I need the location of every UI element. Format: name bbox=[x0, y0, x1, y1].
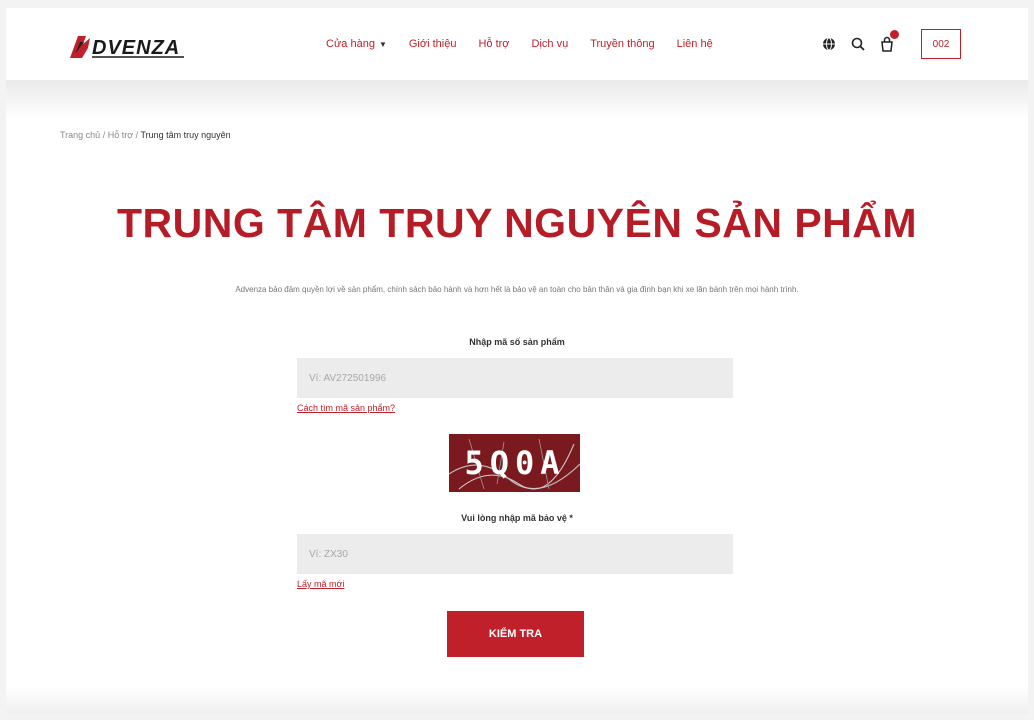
nav-item-support[interactable]: Hỗ trợ bbox=[478, 38, 509, 50]
breadcrumb-support[interactable]: Hỗ trợ bbox=[108, 130, 133, 140]
page-subtitle: Advenza bảo đảm quyền lợi về sản phẩm, c… bbox=[235, 285, 799, 294]
breadcrumb: Trang chủ / Hỗ trợ / Trung tâm truy nguy… bbox=[60, 130, 231, 140]
logo[interactable]: DVENZA bbox=[66, 32, 196, 60]
logo-text: DVENZA bbox=[92, 37, 180, 59]
nav-item-label: Cửa hàng bbox=[326, 38, 375, 50]
captcha-image: 5Q0A bbox=[449, 434, 580, 492]
nav-item-store[interactable]: Cửa hàng ▼ bbox=[326, 38, 387, 50]
lang-button[interactable]: 002 bbox=[921, 29, 961, 59]
page-title: TRUNG TÂM TRUY NGUYÊN SẢN PHẨM bbox=[116, 200, 918, 246]
header-icons bbox=[821, 30, 908, 52]
footer-shade bbox=[6, 686, 1028, 714]
breadcrumb-current: Trung tâm truy nguyên bbox=[140, 130, 231, 140]
product-code-input[interactable] bbox=[297, 358, 733, 398]
search-icon[interactable] bbox=[850, 36, 866, 52]
page: DVENZA Cửa hàng ▼ Giới thiệu Hỗ trợ Dịch … bbox=[6, 8, 1028, 714]
breadcrumb-home[interactable]: Trang chủ bbox=[60, 130, 100, 140]
nav-item-services[interactable]: Dịch vụ bbox=[532, 38, 569, 50]
main-nav: Cửa hàng ▼ Giới thiệu Hỗ trợ Dịch vụ Truy… bbox=[326, 38, 735, 50]
find-code-link[interactable]: Cách tìm mã sản phẩm? bbox=[297, 403, 395, 413]
nav-item-about[interactable]: Giới thiệu bbox=[409, 38, 457, 50]
breadcrumb-separator: / bbox=[100, 130, 108, 140]
refresh-code-link[interactable]: Lấy mã mới bbox=[297, 579, 344, 589]
product-code-label: Nhập mã số sản phẩm bbox=[469, 337, 565, 347]
globe-icon[interactable] bbox=[821, 36, 837, 52]
header-shadow-band bbox=[6, 80, 1028, 118]
captcha-text: 5Q0A bbox=[464, 444, 565, 482]
security-code-input[interactable] bbox=[297, 534, 733, 574]
caret-down-icon: ▼ bbox=[378, 40, 387, 49]
security-code-label: Vui lòng nhập mã bảo vệ * bbox=[461, 513, 573, 523]
check-button[interactable]: KIỂM TRA bbox=[447, 611, 584, 657]
bag-icon[interactable] bbox=[879, 30, 899, 52]
cart-badge bbox=[890, 30, 899, 39]
site-header: DVENZA Cửa hàng ▼ Giới thiệu Hỗ trợ Dịch … bbox=[6, 8, 1028, 80]
nav-item-media[interactable]: Truyền thông bbox=[590, 38, 654, 50]
nav-item-contact[interactable]: Liên hệ bbox=[677, 38, 713, 50]
